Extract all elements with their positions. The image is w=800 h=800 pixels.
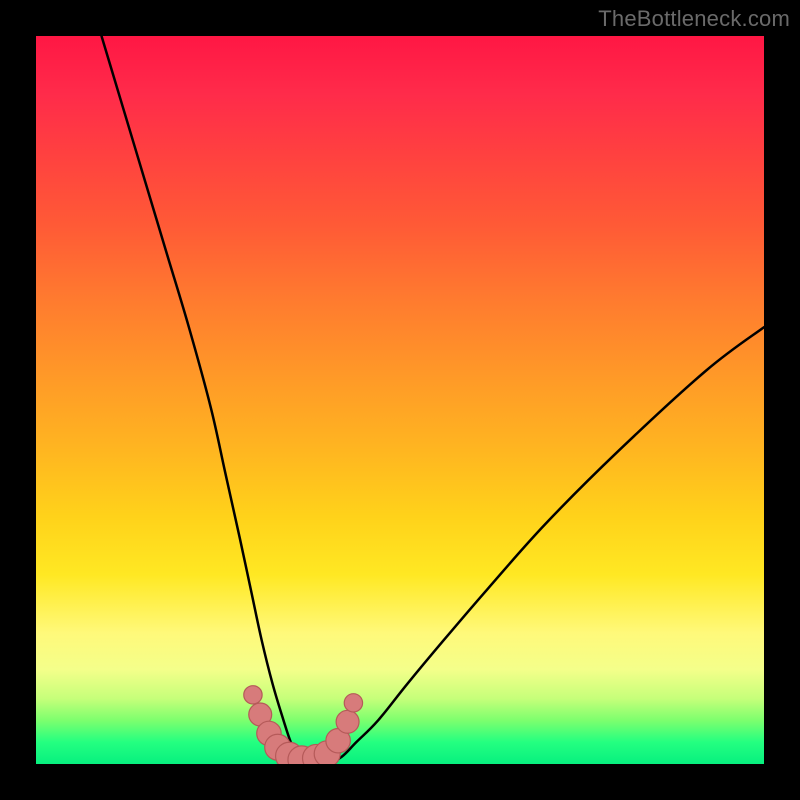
curve-marker (344, 694, 362, 712)
curve-marker (336, 710, 359, 733)
curve-marker (244, 686, 262, 704)
bottleneck-curve (102, 36, 764, 764)
watermark-text: TheBottleneck.com (598, 6, 790, 32)
plot-area (36, 36, 764, 764)
curve-markers (244, 686, 363, 764)
chart-frame: TheBottleneck.com (0, 0, 800, 800)
chart-svg (36, 36, 764, 764)
